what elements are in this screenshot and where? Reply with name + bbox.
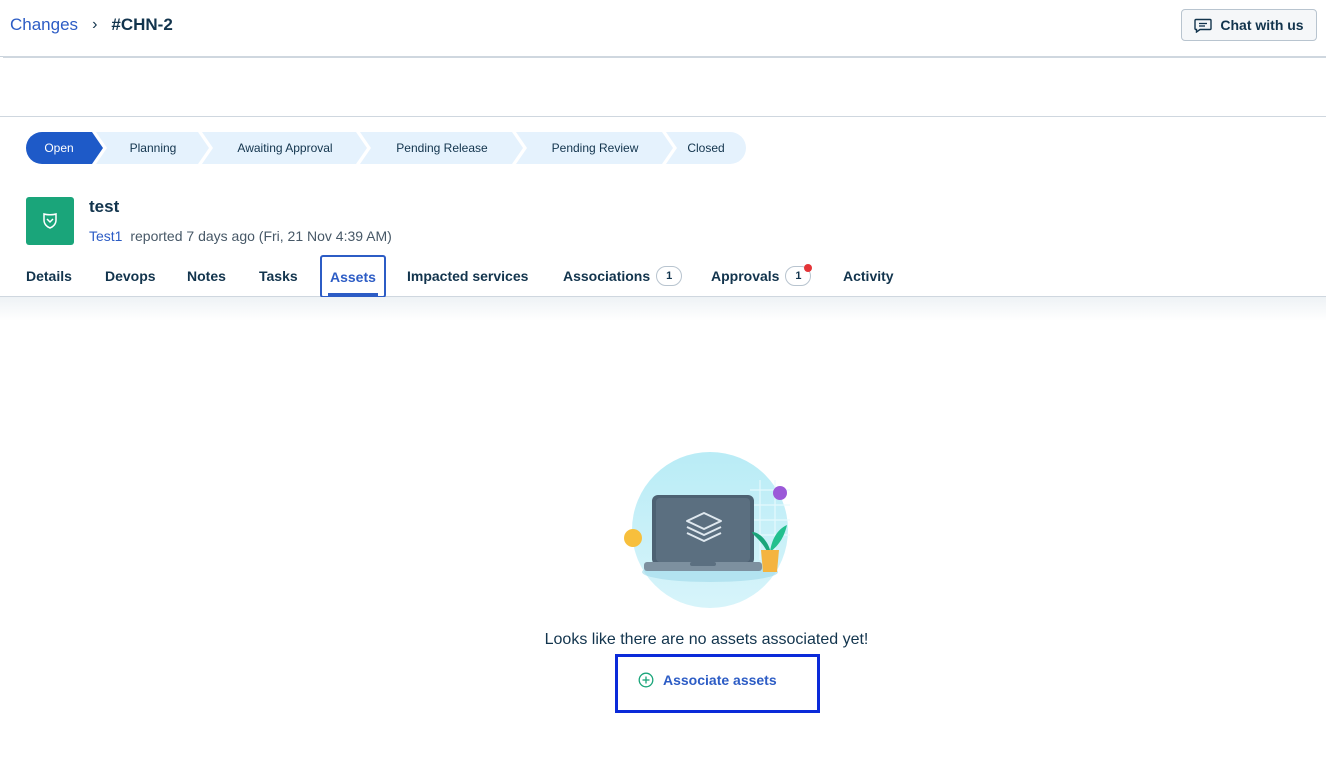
reporter-line: Test1 reported 7 days ago (Fri, 21 Nov 4… [89,228,392,244]
tab-impacted-services[interactable]: Impacted services [407,255,528,297]
empty-state-message: Looks like there are no assets associate… [544,631,869,648]
stage-label: Open [44,141,74,155]
plus-circle-icon [638,672,654,688]
chat-icon [1194,18,1213,33]
stage-label: Pending Review [551,141,639,155]
stage-open[interactable]: Open [26,132,104,164]
stage-pending-review[interactable]: Pending Review [516,132,674,164]
breadcrumb-current: #CHN-2 [111,15,173,34]
chat-with-us-label: Chat with us [1220,17,1304,33]
tab-associations[interactable]: Associations 1 [563,255,683,297]
stage-label: Awaiting Approval [237,141,333,155]
tab-label: Notes [187,268,226,284]
stage-planning[interactable]: Planning [96,132,210,164]
empty-assets-illustration [624,452,790,608]
stage-pending-release[interactable]: Pending Release [360,132,524,164]
chat-with-us-button[interactable]: Chat with us [1181,9,1317,41]
breadcrumb-separator: › [92,16,98,33]
notification-dot [804,264,813,272]
approvals-count-badge: 1 [785,264,813,286]
section-divider [0,116,1326,117]
tab-label: Assets [330,268,376,285]
associate-assets-label: Associate assets [663,672,777,688]
reported-time: reported 7 days ago (Fri, 21 Nov 4:39 AM… [130,228,392,244]
tab-notes[interactable]: Notes [187,255,226,297]
reporter-link[interactable]: Test1 [89,228,122,244]
tab-label: Details [26,268,72,284]
associate-assets-button[interactable]: Associate assets [638,672,777,688]
tab-approvals[interactable]: Approvals 1 [711,255,813,297]
tab-label: Associations [563,268,651,284]
tab-bar: Details Devops Notes Tasks Assets Impact… [0,255,1326,298]
tab-details[interactable]: Details [26,255,72,297]
top-bar: Changes › #CHN-2 Chat with us [0,0,1326,57]
tab-devops[interactable]: Devops [105,255,156,297]
breadcrumb: Changes › #CHN-2 [10,15,173,35]
ticket-title: test [89,197,120,216]
tab-assets[interactable]: Assets [320,255,386,298]
stage-label: Planning [129,141,177,155]
stage-closed[interactable]: Closed [666,132,746,164]
breadcrumb-changes-link[interactable]: Changes [10,15,78,35]
topbar-divider [3,56,1326,58]
tab-label: Tasks [259,268,298,284]
badge-count: 1 [795,270,802,282]
content-shadow [0,297,1326,321]
tab-activity[interactable]: Activity [843,255,894,297]
tab-label: Approvals [711,268,780,284]
ticket-type-avatar [26,197,74,245]
tab-label: Impacted services [407,268,529,284]
tab-label: Activity [843,268,894,284]
tab-tasks[interactable]: Tasks [259,255,298,297]
shield-icon [43,212,57,229]
associations-count-badge: 1 [656,266,683,286]
stage-label: Closed [687,141,725,155]
tab-label: Devops [105,268,156,284]
stage-label: Pending Release [396,141,488,155]
stage-awaiting-approval[interactable]: Awaiting Approval [202,132,368,164]
